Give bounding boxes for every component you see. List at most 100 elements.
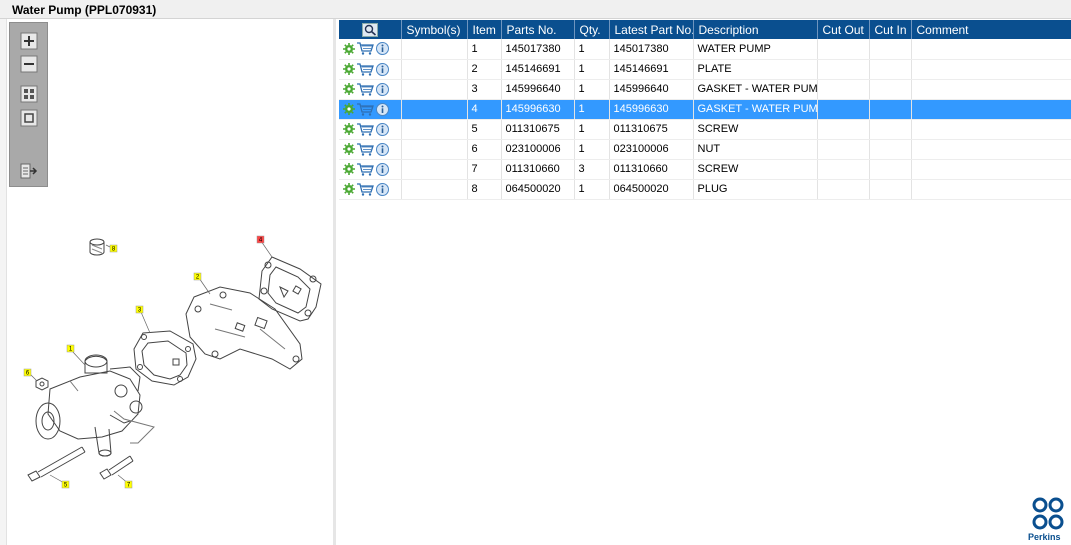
cart-icon[interactable] xyxy=(357,182,374,196)
comment-cell xyxy=(911,39,1071,60)
zoom-in-icon[interactable] xyxy=(20,32,38,50)
info-icon[interactable] xyxy=(376,82,389,96)
search-icon[interactable] xyxy=(361,22,378,37)
cut-in-cell xyxy=(869,39,912,60)
callout-1[interactable]: 1 xyxy=(66,344,75,353)
row-actions-cell xyxy=(339,139,402,160)
zoom-out-icon[interactable] xyxy=(20,55,38,73)
gear-icon[interactable] xyxy=(343,123,355,135)
latest-part-no-cell: 064500020 xyxy=(609,179,694,200)
symbols-cell xyxy=(401,119,468,140)
column-header-search[interactable] xyxy=(339,20,402,39)
item-cell: 3 xyxy=(467,79,502,100)
table-row[interactable]: 4 145996630 1 145996630 GASKET - WATER PUMP xyxy=(339,99,1071,120)
info-icon[interactable] xyxy=(376,122,389,136)
gear-icon[interactable] xyxy=(343,42,355,55)
info-icon[interactable] xyxy=(376,102,389,116)
callout-2[interactable]: 2 xyxy=(193,272,202,281)
pane-splitter[interactable] xyxy=(0,19,7,545)
info-icon[interactable] xyxy=(376,42,389,56)
part-no-cell: 145996630 xyxy=(501,99,575,120)
description-cell: PLUG xyxy=(693,179,818,200)
table-row[interactable]: 2 145146691 1 145146691 PLATE xyxy=(339,59,1071,80)
cut-out-cell xyxy=(817,119,870,140)
item-cell: 5 xyxy=(467,119,502,140)
gear-icon[interactable] xyxy=(343,103,355,115)
gear-icon[interactable] xyxy=(343,163,355,175)
callout-7[interactable]: 7 xyxy=(124,480,133,489)
cut-in-cell xyxy=(869,179,912,200)
cut-in-cell xyxy=(869,139,912,160)
column-header-comment[interactable]: Comment xyxy=(911,20,1071,39)
cart-icon[interactable] xyxy=(357,42,374,55)
cart-icon[interactable] xyxy=(357,122,374,136)
callout-3[interactable]: 3 xyxy=(135,305,144,314)
table-row[interactable]: 8 064500020 1 064500020 PLUG xyxy=(339,179,1071,200)
cut-in-cell xyxy=(869,159,912,180)
item-cell: 4 xyxy=(467,99,502,120)
callout-4[interactable]: 4 xyxy=(256,235,265,244)
fit-window-icon[interactable] xyxy=(20,109,38,127)
description-cell: GASKET - WATER PUMP xyxy=(693,79,818,100)
column-header-description[interactable]: Description xyxy=(693,20,818,39)
gear-icon[interactable] xyxy=(343,63,355,75)
comment-cell xyxy=(911,119,1071,140)
qty-cell: 1 xyxy=(574,119,610,140)
callout-6[interactable]: 6 xyxy=(23,368,32,377)
description-cell: PLATE xyxy=(693,59,818,80)
table-row[interactable]: 5 011310675 1 011310675 SCREW xyxy=(339,119,1071,140)
cut-out-cell xyxy=(817,79,870,100)
description-cell: SCREW xyxy=(693,119,818,140)
column-header-qty[interactable]: Qty. xyxy=(574,20,610,39)
export-icon[interactable] xyxy=(20,162,38,180)
table-row[interactable]: 6 023100006 1 023100006 NUT xyxy=(339,139,1071,160)
symbols-cell xyxy=(401,159,468,180)
qty-cell: 1 xyxy=(574,179,610,200)
column-header-symbols[interactable]: Symbol(s) xyxy=(401,20,468,39)
exploded-parts-drawing[interactable]: 8 4 2 3 1 6 5 7 xyxy=(10,209,330,509)
latest-part-no-cell: 145996640 xyxy=(609,79,694,100)
gear-icon[interactable] xyxy=(343,83,355,95)
column-header-cut-out[interactable]: Cut Out xyxy=(817,20,870,39)
callout-8[interactable]: 8 xyxy=(109,244,118,253)
latest-part-no-cell: 011310660 xyxy=(609,159,694,180)
column-header-latest-part-no[interactable]: Latest Part No. xyxy=(609,20,694,39)
window-titlebar: Water Pump (PPL070931) xyxy=(0,0,1071,19)
table-row[interactable]: 3 145996640 1 145996640 GASKET - WATER PUMP xyxy=(339,79,1071,100)
cut-in-cell xyxy=(869,59,912,80)
info-icon[interactable] xyxy=(376,182,389,196)
qty-cell: 1 xyxy=(574,39,610,60)
cart-icon[interactable] xyxy=(357,62,374,76)
screw-short-part xyxy=(99,455,134,480)
column-header-parts-no[interactable]: Parts No. xyxy=(501,20,575,39)
callout-5[interactable]: 5 xyxy=(61,480,70,489)
comment-cell xyxy=(911,59,1071,80)
column-header-item[interactable]: Item xyxy=(467,20,502,39)
info-icon[interactable] xyxy=(376,142,389,156)
nut-part xyxy=(35,377,49,391)
column-header-cut-in[interactable]: Cut In xyxy=(869,20,912,39)
item-cell: 8 xyxy=(467,179,502,200)
table-row[interactable]: 7 011310660 3 011310660 SCREW xyxy=(339,159,1071,180)
cart-icon[interactable] xyxy=(357,142,374,156)
info-icon[interactable] xyxy=(376,162,389,176)
cart-icon[interactable] xyxy=(357,102,374,116)
part-no-cell: 064500020 xyxy=(501,179,575,200)
symbols-cell xyxy=(401,179,468,200)
info-icon[interactable] xyxy=(376,62,389,76)
cart-icon[interactable] xyxy=(357,82,374,96)
cart-icon[interactable] xyxy=(357,162,374,176)
symbols-cell xyxy=(401,79,468,100)
comment-cell xyxy=(911,179,1071,200)
comment-cell xyxy=(911,159,1071,180)
plate-part xyxy=(185,286,303,370)
window-title: Water Pump (PPL070931) xyxy=(12,3,157,17)
table-row[interactable]: 1 145017380 1 145017380 WATER PUMP xyxy=(339,39,1071,60)
fit-all-icon[interactable] xyxy=(20,85,38,103)
drawing-pane[interactable]: 8 4 2 3 1 6 5 7 xyxy=(0,19,336,545)
cut-out-cell xyxy=(817,179,870,200)
brand-name: Perkins xyxy=(1028,532,1061,542)
latest-part-no-cell: 023100006 xyxy=(609,139,694,160)
gear-icon[interactable] xyxy=(343,183,355,195)
gear-icon[interactable] xyxy=(343,143,355,155)
